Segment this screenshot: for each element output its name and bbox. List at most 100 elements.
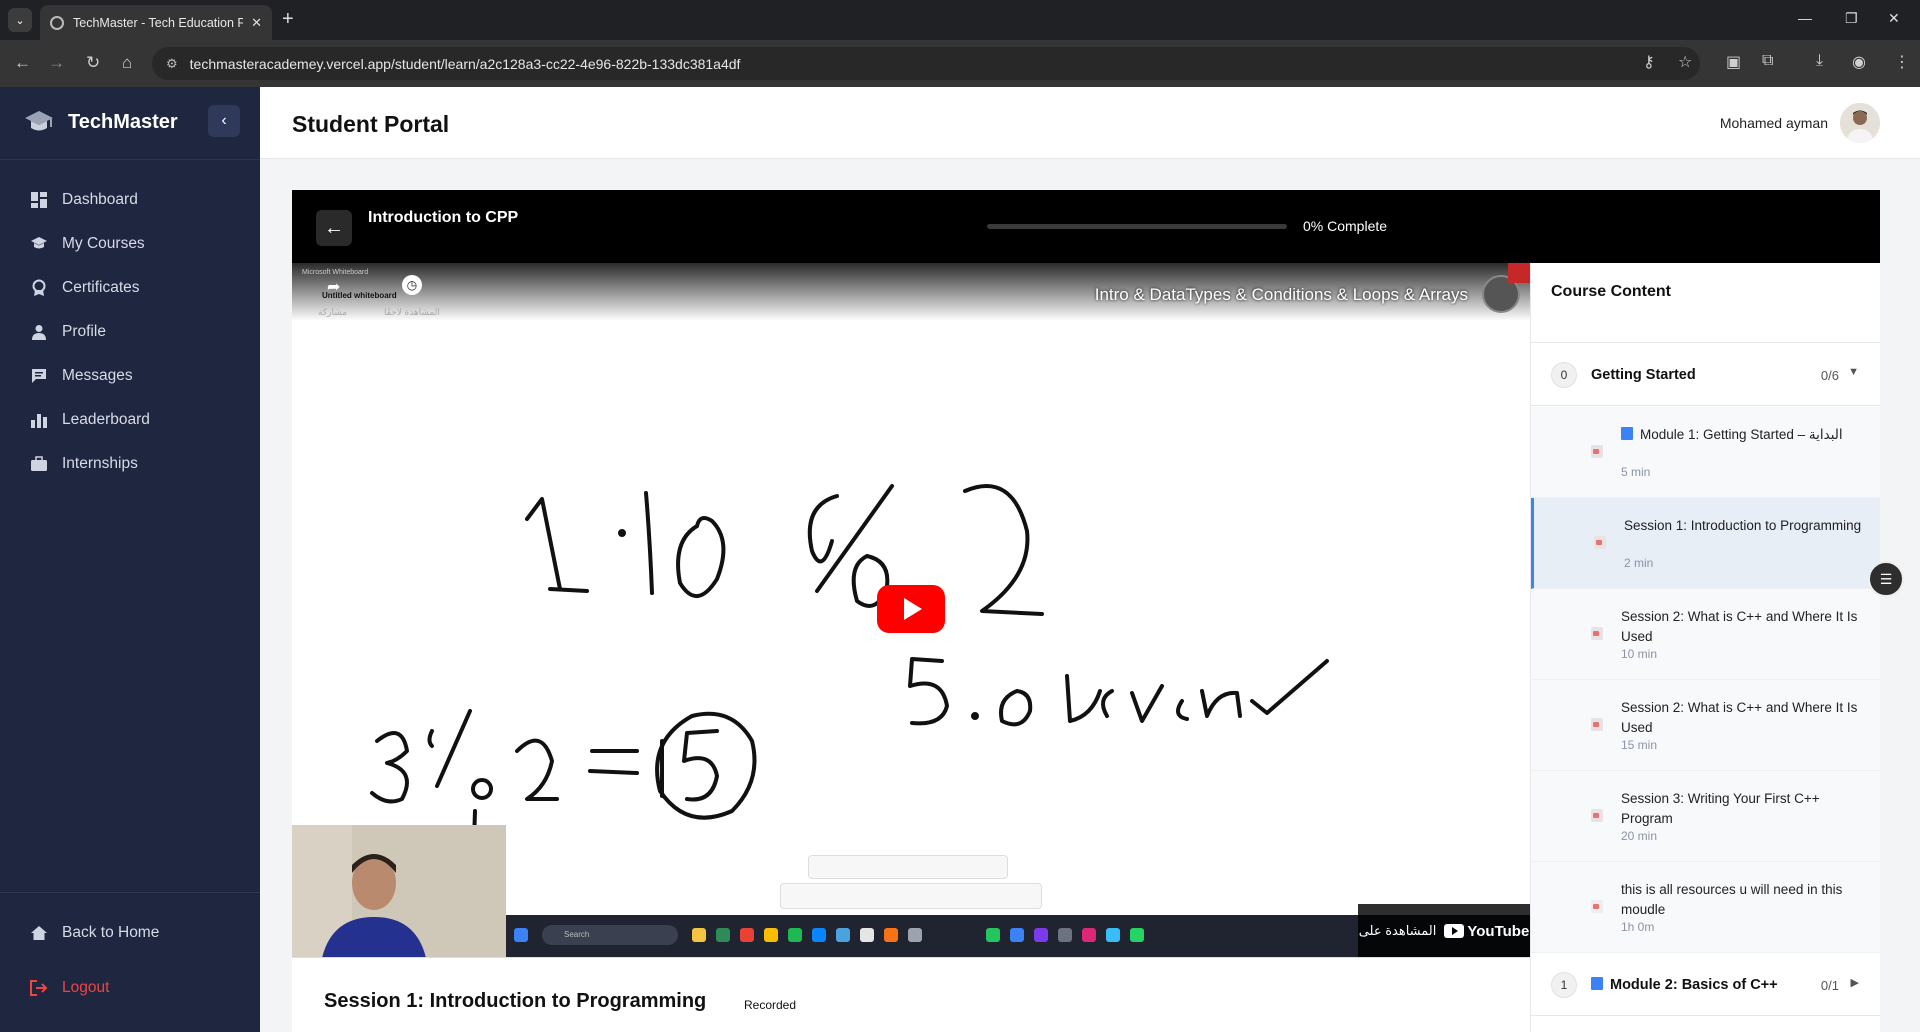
youtube-play-button[interactable] bbox=[877, 585, 945, 633]
app-icon bbox=[884, 928, 898, 942]
video-file-icon bbox=[1594, 536, 1606, 549]
app-icon bbox=[1058, 928, 1072, 942]
menu-dots-icon[interactable]: ⋮ bbox=[1894, 52, 1910, 72]
tab-search-button[interactable]: ⌄ bbox=[8, 8, 32, 32]
logout-link[interactable]: Logout bbox=[0, 968, 260, 1008]
tab-title: TechMaster - Tech Education Pl bbox=[73, 15, 243, 30]
nav-internships[interactable]: Internships bbox=[0, 444, 260, 484]
lesson-title: Module 1: Getting Started – البداية bbox=[1621, 425, 1861, 445]
book-icon bbox=[1621, 427, 1633, 440]
extension-icon[interactable]: ▣ bbox=[1726, 52, 1741, 72]
back-icon[interactable]: ← bbox=[14, 53, 31, 73]
logout-icon bbox=[30, 979, 48, 997]
whiteboard-handwriting bbox=[370, 484, 1329, 841]
module-header[interactable]: 1 Module 2: Basics of C++ 0/1 ▶ bbox=[1531, 954, 1880, 1016]
chrome-icon bbox=[740, 928, 754, 942]
lesson-duration: 5 min bbox=[1621, 465, 1651, 479]
lesson-title: Session 2: What is C++ and Where It Is U… bbox=[1621, 609, 1858, 644]
lesson-item[interactable]: Session 2: What is C++ and Where It Is U… bbox=[1531, 680, 1880, 771]
lesson-item[interactable]: Module 1: Getting Started – البداية 5 mi… bbox=[1531, 407, 1880, 498]
windows-start-icon bbox=[514, 928, 528, 942]
video-file-icon bbox=[1591, 718, 1603, 731]
lesson-title: Session 2: What is C++ and Where It Is U… bbox=[1621, 700, 1858, 735]
nav-dashboard[interactable]: Dashboard bbox=[0, 180, 260, 220]
dashboard-icon bbox=[30, 191, 48, 209]
watch-on-youtube-button[interactable]: المشاهدة على YouTube bbox=[1358, 904, 1530, 957]
password-key-icon[interactable]: ⚷ bbox=[1643, 52, 1655, 72]
whiteboard-action-toolbar bbox=[780, 883, 1042, 909]
close-tab-icon[interactable]: ✕ bbox=[251, 15, 262, 31]
message-icon bbox=[30, 367, 48, 385]
clock-icon[interactable]: ◷ bbox=[402, 275, 422, 295]
lesson-item[interactable]: this is all resources u will need in thi… bbox=[1531, 862, 1880, 953]
window-close-icon[interactable]: ✕ bbox=[1888, 10, 1900, 27]
back-to-home-link[interactable]: Back to Home bbox=[0, 913, 260, 953]
video-file-icon bbox=[1591, 627, 1603, 640]
avatar[interactable] bbox=[1840, 103, 1880, 143]
brand[interactable]: TechMaster bbox=[24, 109, 178, 135]
address-bar[interactable]: ⚙ techmasteracademey.vercel.app/student/… bbox=[152, 47, 1700, 80]
brand-name: TechMaster bbox=[68, 110, 178, 133]
collapse-sidebar-button[interactable]: ‹ bbox=[208, 105, 240, 137]
app-icon bbox=[1034, 928, 1048, 942]
webcam-overlay bbox=[292, 825, 506, 957]
app-icon bbox=[764, 928, 778, 942]
new-tab-button[interactable]: + bbox=[282, 8, 294, 30]
module-index: 0 bbox=[1551, 362, 1577, 388]
youtube-logo: YouTube bbox=[1444, 923, 1529, 940]
xd-icon bbox=[1082, 928, 1096, 942]
logout-label: Logout bbox=[62, 979, 110, 996]
back-button[interactable]: ← bbox=[316, 210, 352, 246]
module-title: Getting Started bbox=[1591, 367, 1696, 383]
user-name[interactable]: Mohamed ayman bbox=[1720, 115, 1828, 131]
globe-icon bbox=[50, 15, 64, 30]
edge-icon bbox=[716, 928, 730, 942]
taskbar-search: Search bbox=[542, 925, 678, 945]
app-header: Student Portal Mohamed ayman bbox=[260, 87, 1920, 159]
app-icon bbox=[860, 928, 874, 942]
whiteboard-pen-toolbar bbox=[808, 855, 1008, 879]
app-icon bbox=[812, 928, 826, 942]
nav-label: Certificates bbox=[62, 279, 140, 296]
restore-icon[interactable]: ❐ bbox=[1845, 10, 1858, 27]
browser-tab[interactable]: TechMaster - Tech Education Pl ✕ bbox=[40, 5, 272, 40]
nav-certificates[interactable]: Certificates bbox=[0, 268, 260, 308]
module-header[interactable]: 0 Getting Started 0/6 ▼ bbox=[1531, 344, 1880, 406]
whiteboard-app-title: Microsoft Whiteboard bbox=[302, 269, 369, 276]
share-label: مشاركة bbox=[318, 307, 348, 317]
profile-icon[interactable]: ◉ bbox=[1852, 52, 1866, 72]
reload-icon[interactable]: ↻ bbox=[86, 53, 100, 73]
bookmark-star-icon[interactable]: ☆ bbox=[1678, 52, 1692, 72]
site-info-icon[interactable]: ⚙ bbox=[166, 56, 178, 72]
lesson-item[interactable]: Session 3: Writing Your First C++ Progra… bbox=[1531, 771, 1880, 862]
lesson-item-active[interactable]: Session 1: Introduction to Programming 2… bbox=[1531, 498, 1880, 589]
player-top-bar: ← Introduction to CPP 0% Complete bbox=[292, 190, 1880, 263]
course-title: Introduction to CPP bbox=[368, 209, 519, 226]
list-icon: ☰ bbox=[1879, 570, 1893, 587]
nav-label: Profile bbox=[62, 323, 106, 340]
forward-icon[interactable]: → bbox=[48, 53, 65, 73]
document-icon bbox=[1591, 900, 1603, 913]
minimize-icon[interactable]: — bbox=[1798, 10, 1812, 26]
lesson-item[interactable]: Session 2: What is C++ and Where It Is U… bbox=[1531, 589, 1880, 680]
course-content-panel: Course Content 0 Getting Started 0/6 ▼ M… bbox=[1530, 263, 1880, 1032]
nav-leaderboard[interactable]: Leaderboard bbox=[0, 400, 260, 440]
nav-profile[interactable]: Profile bbox=[0, 312, 260, 352]
course-menu-toggle-button[interactable]: ☰ bbox=[1868, 561, 1904, 597]
back-to-home-label: Back to Home bbox=[62, 924, 160, 941]
play-icon bbox=[904, 598, 922, 620]
nav-my-courses[interactable]: My Courses bbox=[0, 224, 260, 264]
video-title[interactable]: Intro & DataTypes & Conditions & Loops &… bbox=[1095, 285, 1468, 305]
course-content-header: Course Content bbox=[1531, 263, 1880, 343]
home-icon[interactable]: ⌂ bbox=[122, 53, 132, 73]
nav-label: Messages bbox=[62, 367, 133, 384]
module-progress-count: 0/6 bbox=[1820, 368, 1839, 383]
download-icon[interactable]: ⤓ bbox=[1816, 52, 1823, 70]
user-icon bbox=[30, 323, 48, 341]
video-player[interactable]: Microsoft Whiteboard Untitled whiteboard… bbox=[292, 263, 1530, 958]
nav-label: Dashboard bbox=[62, 191, 138, 208]
puzzle-icon[interactable]: ⧉ bbox=[1762, 52, 1773, 70]
share-icon[interactable]: ➦ bbox=[327, 277, 340, 297]
folder-icon bbox=[692, 928, 706, 942]
nav-messages[interactable]: Messages bbox=[0, 356, 260, 396]
